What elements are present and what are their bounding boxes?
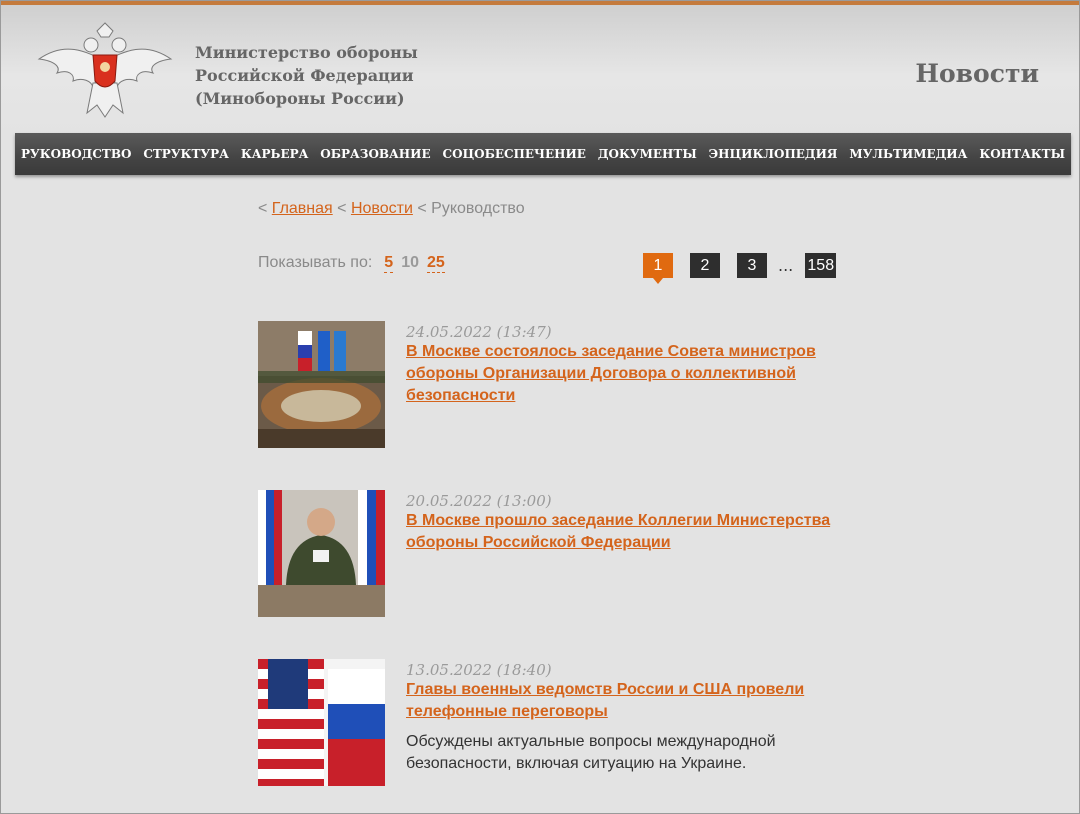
news-body: 20.05.2022 (13:00) В Москве прошло засед… [406, 492, 846, 554]
nav-item-documents[interactable]: ДОКУМЕНТЫ [598, 147, 697, 161]
nav-item-education[interactable]: ОБРАЗОВАНИЕ [320, 147, 430, 161]
double-headed-eagle-emblem-icon[interactable] [35, 21, 175, 121]
per-page-option-10: 10 [401, 254, 419, 271]
breadcrumb: < Главная < Новости < Руководство [258, 200, 525, 218]
news-thumbnail-collegium[interactable] [258, 490, 385, 617]
news-lead: Обсуждены актуальные вопросы международн… [406, 733, 776, 772]
breadcrumb-separator: < [258, 200, 268, 217]
breadcrumb-current: Руководство [431, 200, 525, 217]
pagination-ellipsis: ... [778, 256, 794, 275]
site-header: Министерство обороны Российской Федераци… [1, 5, 1079, 133]
section-title: Новости [915, 59, 1039, 88]
breadcrumb-home-link[interactable]: Главная [272, 200, 333, 217]
org-name-line3: (Минобороны России) [195, 89, 405, 108]
breadcrumb-separator: < [417, 200, 427, 217]
nav-item-career[interactable]: КАРЬЕРА [241, 147, 309, 161]
page-button-2[interactable]: 2 [690, 253, 720, 278]
news-thumbnail-meeting-hall[interactable] [258, 321, 385, 448]
news-date: 13.05.2022 (18:40) [406, 661, 552, 679]
org-name-line1: Министерство обороны [195, 43, 418, 62]
pagination: 1 2 3 ... 158 [643, 253, 837, 284]
news-title-link[interactable]: В Москве прошло заседание Коллегии Минис… [406, 510, 846, 554]
page-button-3[interactable]: 3 [737, 253, 767, 278]
news-body: 13.05.2022 (18:40) Главы военных ведомст… [406, 661, 846, 775]
org-name-line2: Российской Федерации [195, 66, 414, 85]
news-thumbnail-usa-russia-flags[interactable] [258, 659, 385, 786]
news-date: 20.05.2022 (13:00) [406, 492, 552, 510]
nav-item-encyclopedia[interactable]: ЭНЦИКЛОПЕДИЯ [709, 147, 838, 161]
page-button-last[interactable]: 158 [805, 253, 837, 278]
breadcrumb-separator: < [337, 200, 347, 217]
nav-item-leadership[interactable]: РУКОВОДСТВО [21, 147, 131, 161]
per-page-label: Показывать по: [258, 254, 373, 271]
nav-item-multimedia[interactable]: МУЛЬТИМЕДИА [849, 147, 967, 161]
news-date: 24.05.2022 (13:47) [406, 323, 552, 341]
organization-name: Министерство обороны Российской Федераци… [195, 41, 418, 110]
nav-item-social-security[interactable]: СОЦОБЕСПЕЧЕНИЕ [443, 147, 586, 161]
breadcrumb-news-link[interactable]: Новости [351, 200, 413, 217]
items-per-page-selector: Показывать по: 5 10 25 [258, 254, 445, 273]
per-page-option-25[interactable]: 25 [427, 254, 445, 273]
news-title-link[interactable]: Главы военных ведомств России и США пров… [406, 679, 846, 723]
news-title-link[interactable]: В Москве состоялось заседание Совета мин… [406, 341, 846, 407]
nav-item-contacts[interactable]: КОНТАКТЫ [979, 147, 1065, 161]
news-body: 24.05.2022 (13:47) В Москве состоялось з… [406, 323, 846, 407]
nav-item-structure[interactable]: СТРУКТУРА [143, 147, 229, 161]
page-button-1[interactable]: 1 [643, 253, 673, 284]
main-navigation: РУКОВОДСТВО СТРУКТУРА КАРЬЕРА ОБРАЗОВАНИ… [15, 133, 1071, 175]
per-page-option-5[interactable]: 5 [384, 254, 394, 273]
